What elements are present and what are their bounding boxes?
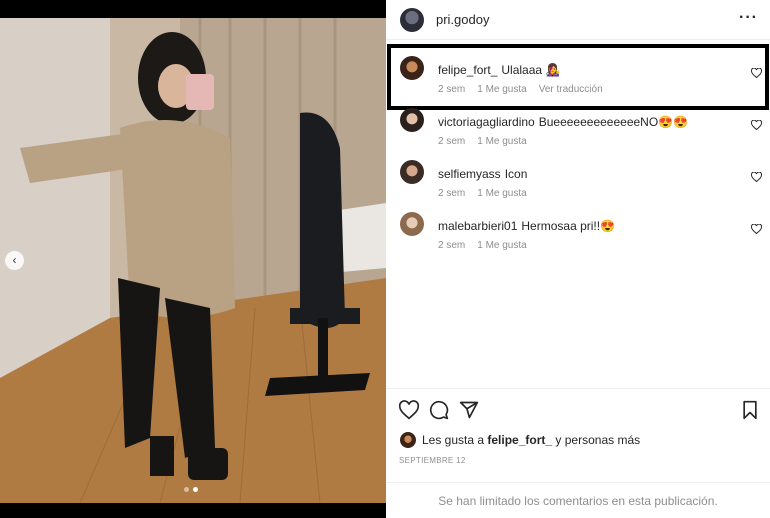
carousel-dots — [184, 487, 198, 492]
comment-meta: 2 sem 1 Me gusta — [438, 240, 539, 251]
heart-icon[interactable] — [399, 400, 419, 420]
comment-item: victoriagagliardino BueeeeeeeeeeeeeNO😍😍 2… — [386, 96, 770, 148]
likes-summary: Les gusta a felipe_fort_ y personas más — [400, 432, 640, 448]
carousel-dot-active — [193, 487, 198, 492]
post-panel: pri.godoy ··· felipe_fort_ Ulalaaa 👩‍🎤 2 … — [386, 0, 770, 518]
comment-username[interactable]: selfiemyass — [438, 167, 501, 181]
comment-likes[interactable]: 1 Me gusta — [477, 136, 526, 147]
post-photo: ‹ — [0, 0, 386, 518]
author-username[interactable]: pri.godoy — [436, 12, 489, 27]
commenter-avatar[interactable] — [400, 108, 424, 132]
heart-icon[interactable] — [751, 224, 762, 234]
comments-list: felipe_fort_ Ulalaaa 👩‍🎤 2 sem 1 Me gusta V… — [386, 44, 770, 386]
heart-icon[interactable] — [751, 172, 762, 182]
comment-text: selfiemyass Icon — [438, 167, 527, 181]
comment-body: Icon — [504, 167, 528, 181]
comment-item: selfiemyass Icon 2 sem 1 Me gusta — [386, 148, 770, 200]
heart-icon[interactable] — [751, 120, 762, 130]
commenter-avatar[interactable] — [400, 160, 424, 184]
likes-suffix[interactable]: y personas más — [555, 433, 640, 447]
bookmark-icon[interactable] — [740, 400, 760, 420]
comment-time[interactable]: 2 sem — [438, 240, 465, 251]
comment-icon[interactable] — [429, 400, 449, 420]
comment-likes[interactable]: 1 Me gusta — [477, 240, 526, 251]
liker-avatar[interactable] — [400, 432, 416, 448]
comment-body: Hermosaa pri!!😍 — [521, 219, 616, 233]
author-avatar[interactable] — [400, 8, 424, 32]
share-icon[interactable] — [459, 400, 479, 420]
comment-username[interactable]: malebarbieri01 — [438, 219, 517, 233]
comments-limited-notice: Se han limitado los comentarios en esta … — [386, 482, 770, 518]
photo-image — [0, 18, 386, 503]
comment-item: malebarbieri01 Hermosaa pri!!😍 2 sem 1 Me … — [386, 200, 770, 252]
post-date[interactable]: SEPTIEMBRE 12 — [399, 456, 466, 465]
commenter-avatar[interactable] — [400, 212, 424, 236]
comment-meta: 2 sem 1 Me gusta — [438, 136, 539, 147]
comment-body: BueeeeeeeeeeeeeNO😍😍 — [538, 115, 689, 129]
comment-text: malebarbieri01 Hermosaa pri!!😍 — [438, 219, 615, 233]
carousel-dot — [184, 487, 189, 492]
action-bar — [386, 388, 770, 430]
comment-likes[interactable]: 1 Me gusta — [477, 188, 526, 199]
liker-username[interactable]: felipe_fort_ — [487, 433, 552, 447]
photo-frame — [0, 18, 386, 503]
likes-prefix: Les gusta a — [422, 433, 485, 447]
chevron-left-icon[interactable]: ‹ — [5, 251, 24, 270]
comment-time[interactable]: 2 sem — [438, 136, 465, 147]
comment-username[interactable]: victoriagagliardino — [438, 115, 535, 129]
comment-time[interactable]: 2 sem — [438, 188, 465, 199]
more-icon[interactable]: ··· — [739, 9, 758, 27]
post-header: pri.godoy ··· — [386, 0, 770, 40]
comment-text: victoriagagliardino BueeeeeeeeeeeeeNO😍😍 — [438, 115, 688, 129]
comment-meta: 2 sem 1 Me gusta — [438, 188, 539, 199]
